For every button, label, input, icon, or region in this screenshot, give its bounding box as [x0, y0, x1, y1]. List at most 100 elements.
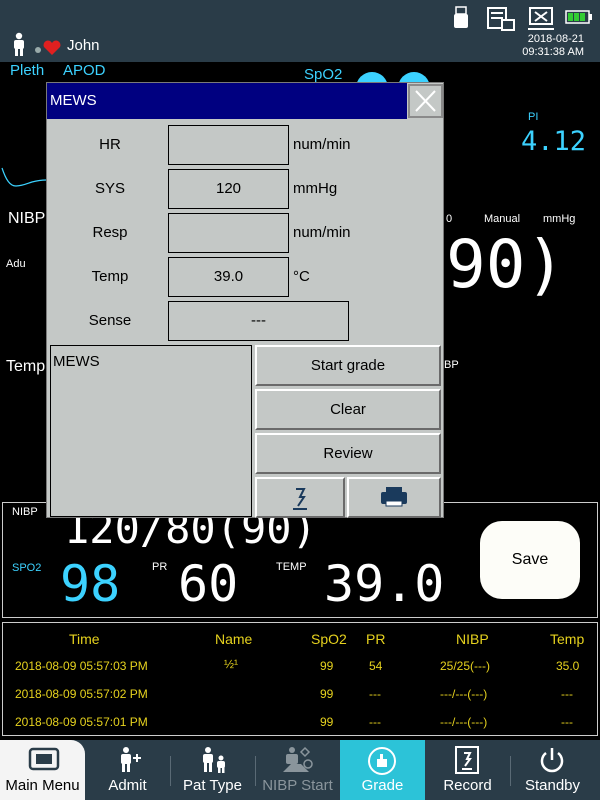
nibp-start-icon	[283, 746, 313, 772]
col-header-nibp: NIBP	[456, 631, 489, 647]
mews-dialog: MEWS HR num/min SYS 120 mmHg Resp num/mi…	[46, 82, 444, 518]
power-icon	[540, 748, 564, 773]
resp-field[interactable]	[168, 213, 289, 253]
admit-icon	[121, 747, 141, 772]
nav-admit-label: Admit	[108, 777, 147, 794]
clear-button[interactable]: Clear	[255, 389, 441, 430]
patient-type-icon	[203, 747, 225, 773]
col-header-pr: PR	[366, 631, 386, 647]
vitals-spo2-label: SPO2	[12, 562, 42, 574]
cell-time: 2018-08-09 05:57:03 PM	[15, 659, 148, 673]
apod-label: APOD	[63, 62, 106, 79]
temp-unit: °C	[293, 268, 310, 285]
cell-spo2: 99	[320, 659, 334, 673]
col-header-name: Name	[215, 631, 253, 647]
cell-temp: 35.0	[556, 659, 580, 673]
close-icon[interactable]	[410, 86, 441, 116]
mews-result-label: MEWS	[53, 353, 100, 370]
nav-grade-label: Grade	[361, 777, 404, 794]
history-table: Time Name SpO2 PR NIBP Temp 2018-08-09 0…	[2, 622, 598, 736]
save-button[interactable]: Save	[480, 521, 580, 599]
nav-pat-type[interactable]: Pat Type	[170, 740, 255, 800]
record-icon	[455, 746, 479, 774]
close-button[interactable]	[408, 84, 443, 118]
cell-nibp: ---/---(---)	[440, 687, 488, 701]
bottom-nav: Main Menu Admit Pat Type NIBP Start Grad…	[0, 740, 600, 800]
col-header-time: Time	[69, 631, 100, 647]
cell-spo2: 99	[320, 687, 334, 701]
col-header-temp: Temp	[550, 631, 585, 647]
vitals-nibp-label: NIBP	[12, 506, 38, 518]
pleth-waveform	[1, 167, 46, 187]
nav-standby-label: Standby	[524, 777, 581, 794]
current-date: 2018-08-21	[527, 33, 584, 45]
vitals-pr-label: PR	[152, 561, 168, 573]
sense-select[interactable]: ---	[168, 301, 349, 341]
nibp-map-value: 90)	[446, 226, 566, 303]
nav-record-label: Record	[443, 777, 492, 794]
network-icon	[487, 7, 515, 31]
nav-nibp-start[interactable]: NIBP Start	[255, 740, 340, 800]
printer-icon	[381, 487, 407, 507]
nav-record[interactable]: Record	[425, 740, 510, 800]
sys-field[interactable]: 120	[168, 169, 289, 209]
cell-pr: ---	[369, 715, 381, 729]
monitor-icon	[28, 747, 60, 771]
start-grade-button[interactable]: Start grade	[255, 345, 441, 386]
cell-time: 2018-08-09 05:57:02 PM	[15, 687, 148, 701]
cell-nibp: ---/---(---)	[440, 715, 488, 729]
pi-value: 4.12	[521, 126, 587, 157]
cell-pr: 54	[369, 659, 383, 673]
nav-standby[interactable]: Standby	[510, 740, 595, 800]
cell-temp: ---	[561, 687, 573, 701]
usb-icon	[454, 6, 468, 28]
top-status-bar: John 2018-08-21 09:31:38 AM	[0, 0, 600, 62]
review-button[interactable]: Review	[255, 433, 441, 474]
temp-label: Temp	[6, 358, 46, 375]
cell-nibp: 25/25(---)	[440, 659, 491, 673]
cell-spo2: 99	[320, 715, 334, 729]
spo2-label: SpO2	[304, 66, 343, 83]
heart-icon	[35, 40, 61, 55]
resp-unit: num/min	[293, 224, 351, 241]
cell-name: ½¹	[224, 657, 239, 671]
cell-pr: ---	[369, 687, 381, 701]
nav-main-menu-label: Main Menu	[5, 777, 80, 794]
disconnected-icon	[528, 7, 554, 30]
mews-result-box: MEWS	[50, 345, 252, 517]
sense-label: Sense	[88, 312, 132, 329]
resp-label: Resp	[92, 224, 128, 241]
patient-icon	[14, 32, 24, 56]
record-strip-button[interactable]	[255, 477, 345, 518]
nav-main-menu[interactable]: Main Menu	[0, 740, 85, 800]
bp-partial-label: BP	[444, 359, 459, 371]
adult-label: Adu	[6, 258, 26, 270]
nav-pat-type-label: Pat Type	[183, 777, 242, 794]
sys-unit: mmHg	[293, 180, 338, 197]
hr-field[interactable]	[168, 125, 289, 165]
nibp-partial-digit: 0	[446, 213, 453, 225]
grade-icon	[368, 747, 396, 775]
sys-label: SYS	[94, 180, 125, 197]
battery-icon	[565, 10, 592, 24]
cell-temp: ---	[561, 715, 573, 729]
current-time: 09:31:38 AM	[522, 46, 584, 58]
col-header-spo2: SpO2	[311, 631, 347, 647]
nav-admit[interactable]: Admit	[85, 740, 170, 800]
record-strip-icon	[293, 488, 307, 510]
vitals-spo2-value: 98	[60, 555, 121, 613]
nav-nibp-start-label: NIBP Start	[262, 777, 333, 794]
print-button[interactable]	[347, 477, 441, 518]
hr-unit: num/min	[293, 136, 351, 153]
temp-row-label: Temp	[91, 268, 129, 285]
pi-label: PI	[528, 111, 539, 123]
temp-field[interactable]: 39.0	[168, 257, 289, 297]
vitals-temp-value: 39.0	[324, 555, 445, 613]
cell-time: 2018-08-09 05:57:01 PM	[15, 715, 148, 729]
patient-name: John	[67, 37, 100, 54]
nav-grade[interactable]: Grade	[340, 740, 425, 800]
nibp-unit: mmHg	[543, 213, 576, 225]
vitals-pr-value: 60	[178, 555, 239, 613]
nibp-label: NIBP	[8, 210, 46, 227]
dialog-title: MEWS	[47, 83, 407, 119]
